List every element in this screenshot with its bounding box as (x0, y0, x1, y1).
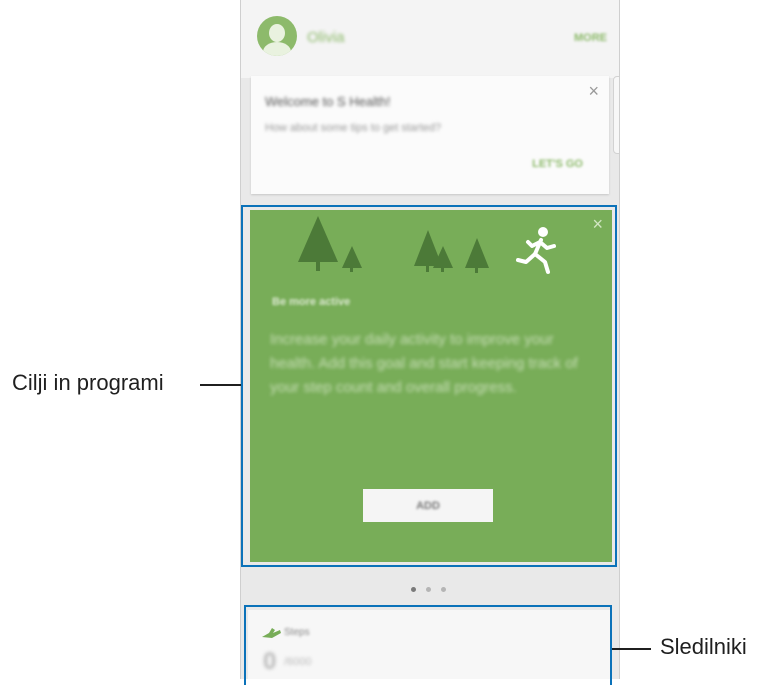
steps-count: 0 (263, 648, 277, 675)
next-card-edge[interactable] (613, 76, 619, 154)
goal-description: Increase your daily activity to improve … (270, 331, 578, 396)
page-dot-active[interactable] (411, 587, 416, 592)
username[interactable]: Olivia (307, 29, 345, 46)
goals-callout-label: Cilji in programi (12, 370, 164, 395)
phone-screen: Olivia MORE Welcome to S Health! How abo… (240, 0, 620, 679)
lets-go-button[interactable]: LET'S GO (532, 158, 583, 170)
steps-target: /6000 (284, 656, 312, 668)
steps-tracker-card[interactable]: Steps 0 /6000 (248, 610, 612, 679)
tree-icon (298, 216, 338, 271)
tree-icon (465, 238, 489, 273)
page-dot[interactable] (441, 587, 446, 592)
add-goal-label: ADD (416, 499, 440, 512)
welcome-subtitle: How about some tips to get started? (265, 122, 442, 134)
welcome-card: Welcome to S Health! How about some tips… (251, 76, 609, 194)
add-goal-button[interactable]: ADD (363, 489, 493, 522)
running-person-icon (516, 227, 556, 274)
close-icon[interactable]: × (588, 82, 599, 100)
profile-header: Olivia MORE (241, 0, 619, 78)
more-button[interactable]: MORE (574, 32, 607, 44)
page-dot[interactable] (426, 587, 431, 592)
tree-icon (342, 246, 362, 272)
steps-label: Steps (284, 627, 310, 638)
avatar-head-shape (269, 24, 285, 42)
goals-leader-line (200, 384, 241, 386)
avatar[interactable] (257, 16, 297, 56)
goal-heading: Be more active (272, 296, 351, 308)
goal-card[interactable]: × Be more active Increase your daily act… (250, 210, 612, 562)
welcome-title: Welcome to S Health! (265, 94, 391, 109)
shoe-icon (262, 628, 281, 638)
trackers-leader-line (612, 648, 651, 650)
trackers-callout-label: Sledilniki (660, 634, 747, 659)
avatar-body-shape (263, 42, 291, 56)
goal-illustration (298, 216, 556, 274)
